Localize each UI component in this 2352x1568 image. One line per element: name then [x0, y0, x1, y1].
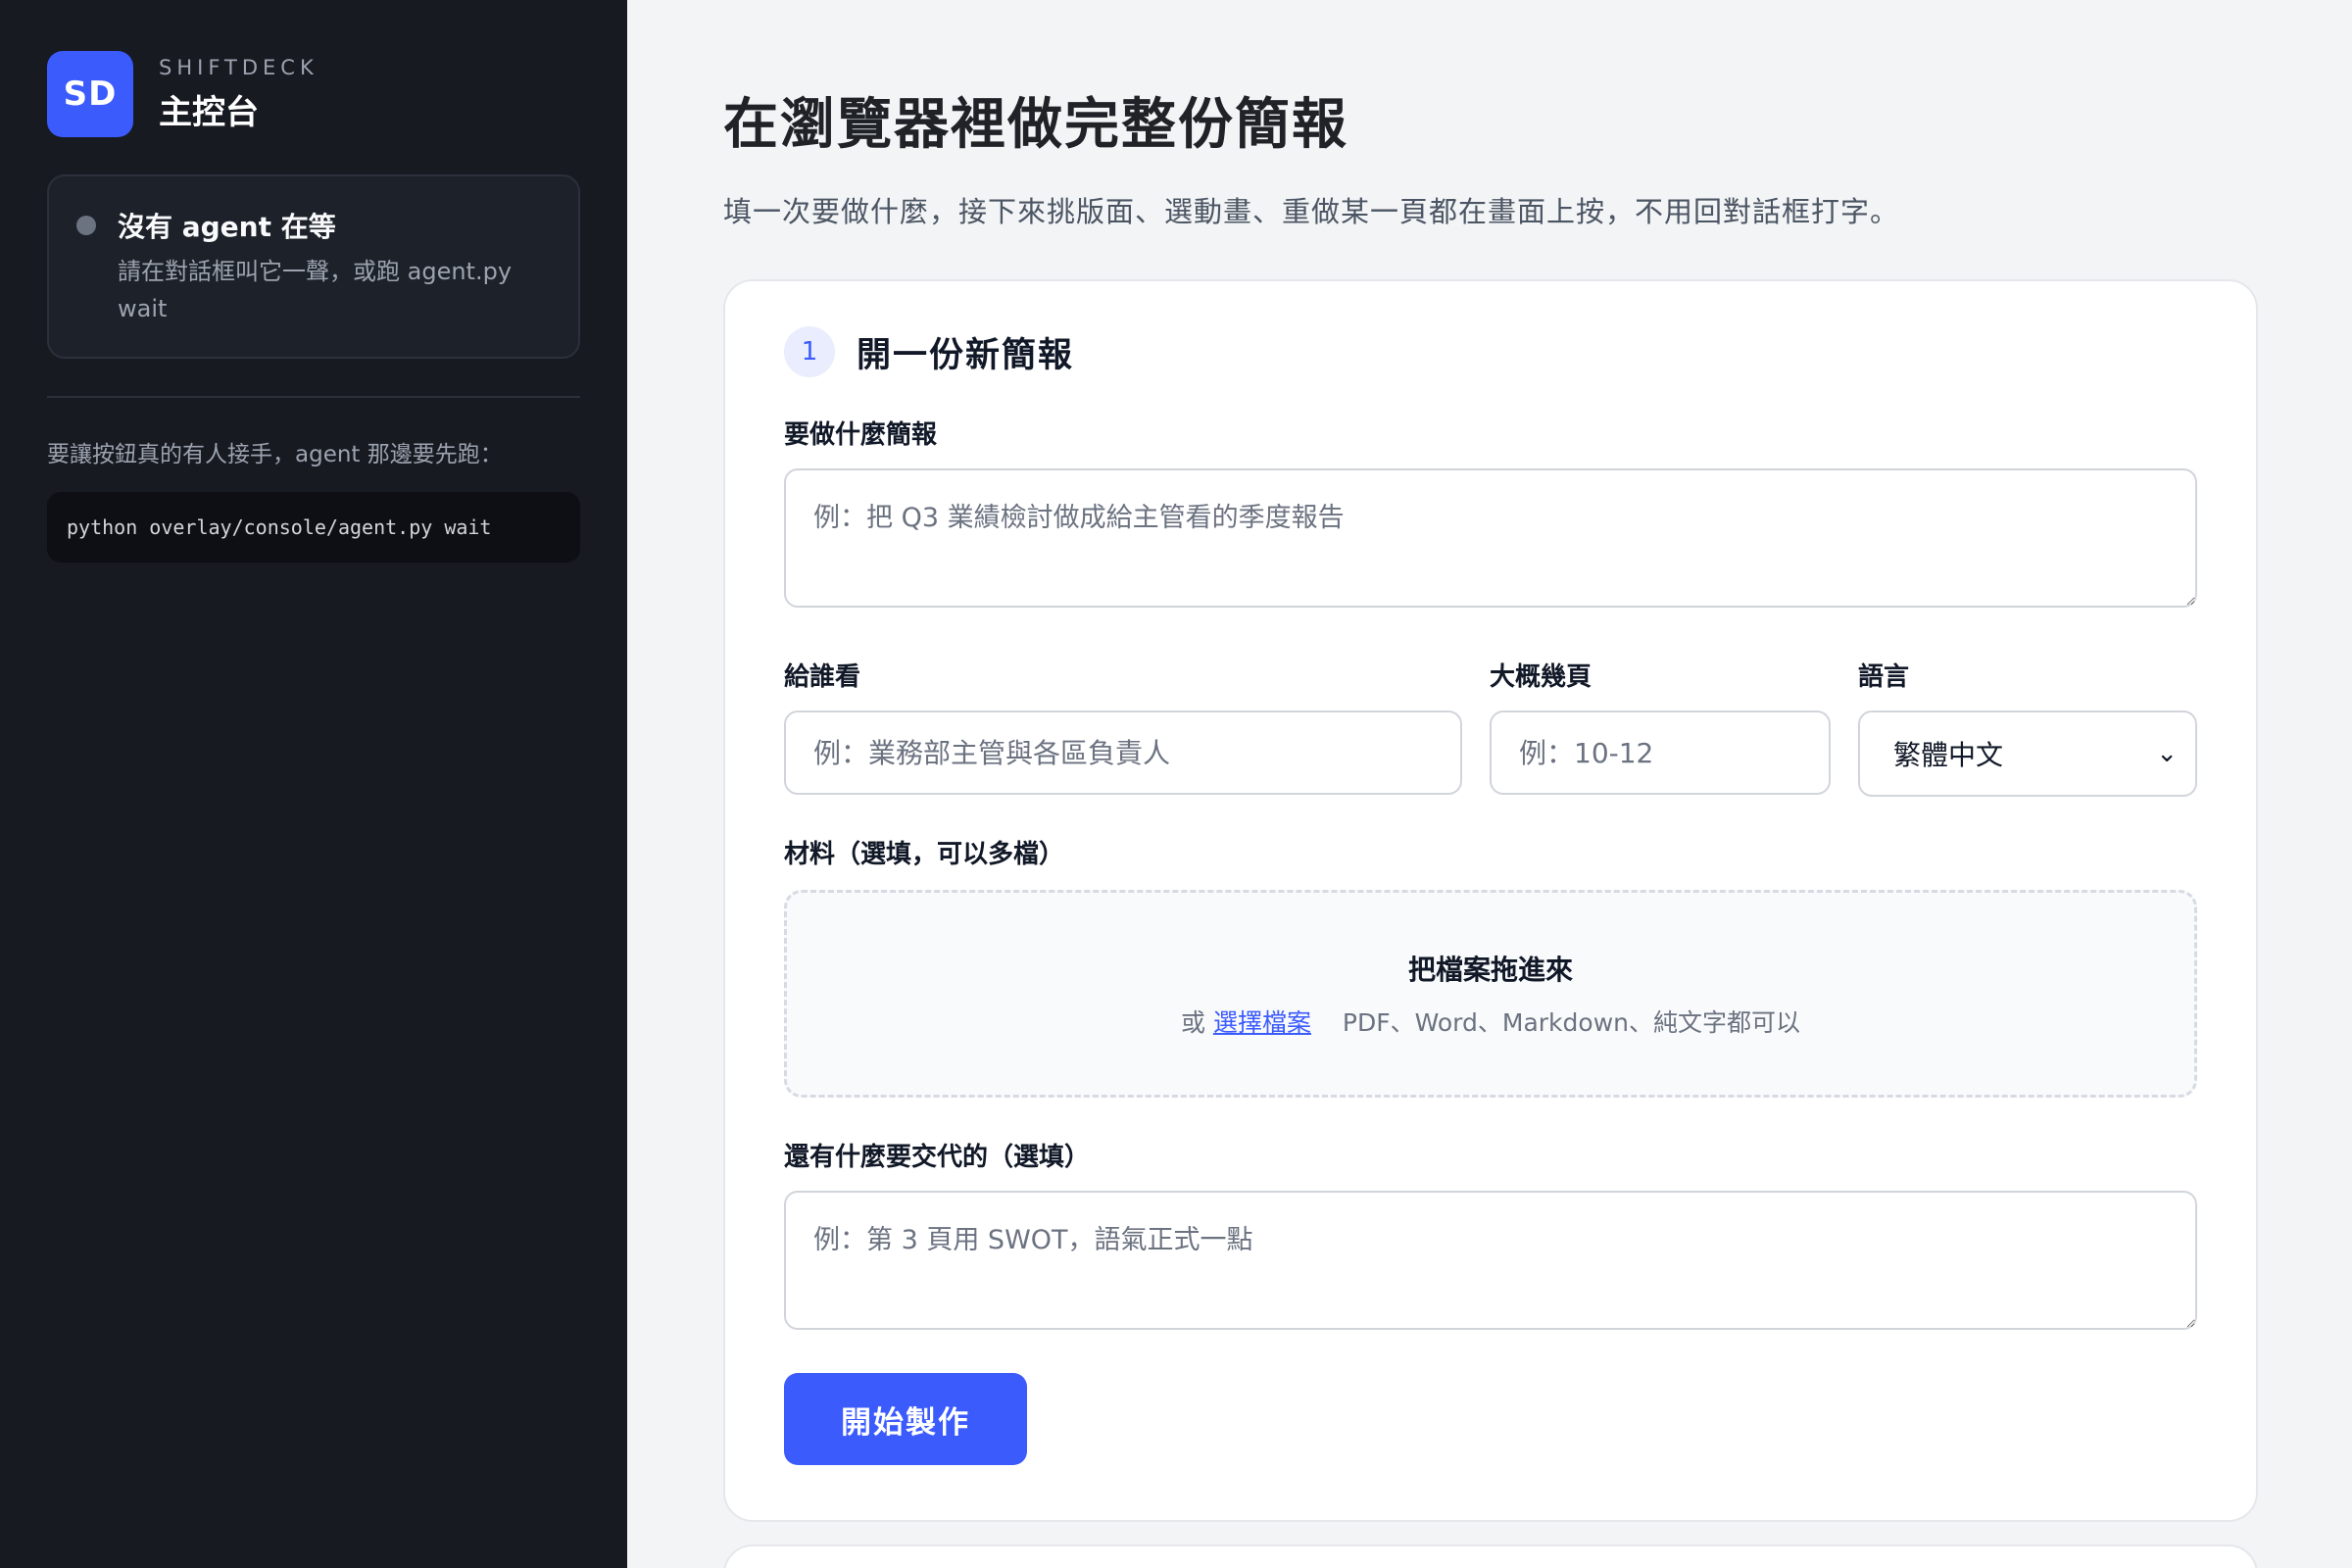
brand-logo: SD — [47, 51, 133, 137]
status-dot-icon — [76, 216, 96, 235]
chevron-down-icon: ⌄ — [2156, 739, 2178, 768]
brand-eyebrow: SHIFTDECK — [159, 55, 318, 79]
page-title: 在瀏覽器裡做完整份簡報 — [723, 93, 1348, 157]
agent-status-desc: 請在對話框叫它一聲，或跑 agent.py wait — [118, 258, 513, 322]
step-badge: 1 — [784, 326, 835, 377]
dropzone-or: 或 — [1180, 1008, 1205, 1037]
sidebar-note: 要讓按鈕真的有人接手，agent 那邊要先跑： — [47, 442, 503, 467]
language-label: 語言 — [1858, 662, 1910, 692]
meta-row: 給誰看 大概幾頁 語言 繁體中文 ⌄ — [784, 657, 2197, 797]
agent-command-code: python overlay/console/agent.py wait — [47, 492, 580, 563]
notes-field-group: 還有什麼要交代的（選填） — [784, 1137, 2197, 1334]
agent-status-title: 沒有 agent 在等 — [118, 211, 336, 243]
sidebar: SD SHIFTDECK 主控台 沒有 agent 在等 請在對話框叫它一聲，或… — [0, 0, 627, 1568]
agent-status-card: 沒有 agent 在等 請在對話框叫它一聲，或跑 agent.py wait — [47, 174, 580, 359]
dropzone-hint: 或 選擇檔案 PDF、Word、Markdown、純文字都可以 — [1181, 1004, 1800, 1039]
new-deck-card: 1 開一份新簡報 要做什麼簡報 給誰看 大概幾頁 語言 繁體中文 ⌄ — [723, 279, 2258, 1522]
main-content: 在瀏覽器裡做完整份簡報 填一次要做什麼，接下來挑版面、選動畫、重做某一頁都在畫面… — [627, 0, 2352, 1568]
materials-label: 材料（選填，可以多檔） — [784, 840, 1065, 869]
pages-input[interactable] — [1490, 710, 1831, 795]
brand-title: 主控台 — [159, 92, 259, 132]
notes-textarea[interactable] — [784, 1191, 2197, 1330]
materials-field-group: 材料（選填，可以多檔） 把檔案拖進來 或 選擇檔案 PDF、Word、Markd… — [784, 834, 2197, 1098]
choose-file-link[interactable]: 選擇檔案 — [1213, 1008, 1311, 1037]
topic-label: 要做什麼簡報 — [784, 420, 938, 450]
audience-label: 給誰看 — [784, 662, 861, 692]
brand: SD SHIFTDECK 主控台 — [47, 51, 580, 137]
topic-textarea[interactable] — [784, 468, 2197, 608]
pages-label: 大概幾頁 — [1490, 662, 1592, 692]
dropzone-title: 把檔案拖進來 — [1407, 954, 1573, 986]
start-button[interactable]: 開始製作 — [784, 1373, 1027, 1465]
card-title: 開一份新簡報 — [857, 335, 1075, 375]
notes-label: 還有什麼要交代的（選填） — [784, 1143, 1091, 1172]
next-step-card — [723, 1544, 2258, 1568]
language-select[interactable]: 繁體中文 ⌄ — [1858, 710, 2197, 797]
dropzone-formats: PDF、Word、Markdown、純文字都可以 — [1342, 1008, 1800, 1037]
topic-field-group: 要做什麼簡報 — [784, 415, 2197, 612]
language-select-value: 繁體中文 — [1893, 739, 2004, 771]
page-subtitle: 填一次要做什麼，接下來挑版面、選動畫、重做某一頁都在畫面上按，不用回對話框打字。 — [723, 195, 1900, 228]
file-dropzone[interactable]: 把檔案拖進來 或 選擇檔案 PDF、Word、Markdown、純文字都可以 — [784, 890, 2197, 1098]
audience-input[interactable] — [784, 710, 1462, 795]
sidebar-divider — [47, 396, 580, 398]
